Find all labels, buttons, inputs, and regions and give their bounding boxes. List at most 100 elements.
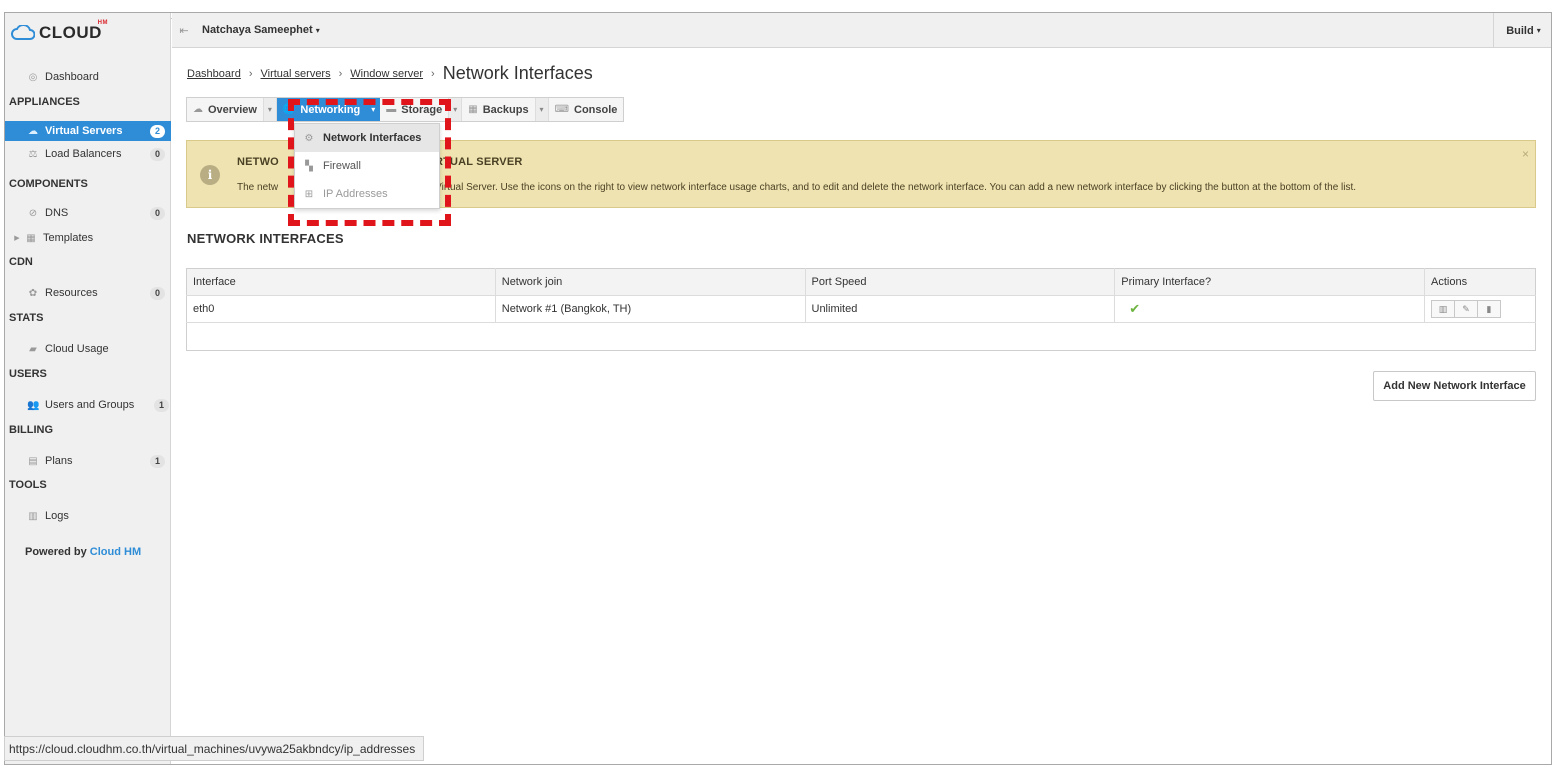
column-header-port-speed: Port Speed: [805, 268, 1116, 296]
sidebar: CLOUD HM ◎ Dashboard APPLIANCES ☁ Virtual…: [5, 13, 171, 764]
tab-storage[interactable]: ▬ Storage: [380, 98, 448, 121]
ip-icon: ⊞: [304, 188, 314, 200]
globe-icon: ⊘: [28, 207, 38, 219]
breadcrumb-separator: ›: [248, 67, 253, 80]
breadcrumb: Dashboard › Virtual servers › Window ser…: [187, 63, 593, 84]
sidebar-item-label: Logs: [45, 510, 69, 522]
status-bar-url: https://cloud.cloudhm.co.th/virtual_mach…: [4, 736, 425, 761]
sidebar-item-label: DNS: [45, 207, 69, 219]
section-appliances: APPLIANCES: [9, 96, 80, 108]
plans-icon: ▤: [28, 455, 38, 467]
tab-overview[interactable]: ☁ Overview: [187, 98, 263, 121]
cell-primary: ✔: [1114, 295, 1425, 323]
sidebar-item-logs[interactable]: ▥ Logs: [5, 505, 171, 527]
chevron-down-icon: ▾: [1536, 26, 1541, 35]
section-users: USERS: [9, 368, 47, 380]
menu-item-label: IP Addresses: [323, 188, 388, 200]
menu-item-firewall[interactable]: ▚ Firewall: [295, 152, 439, 180]
add-network-interface-button[interactable]: Add New Network Interface: [1373, 371, 1536, 401]
sidebar-item-cloud-usage[interactable]: ▰ Cloud Usage: [5, 338, 171, 360]
sidebar-item-dashboard[interactable]: ◎ Dashboard: [5, 66, 171, 88]
section-title: NETWORK INTERFACES: [187, 231, 344, 246]
chart-icon: ▰: [29, 343, 37, 355]
logs-icon: ▥: [28, 510, 38, 522]
sidebar-item-label: Virtual Servers: [45, 125, 123, 137]
sidebar-item-load-balancers[interactable]: ⚖ Load Balancers 0: [5, 143, 171, 165]
sidebar-item-label: Plans: [45, 455, 73, 467]
info-icon: i: [200, 165, 220, 185]
cloud-icon: ☁: [193, 104, 203, 115]
breadcrumb-dashboard[interactable]: Dashboard: [187, 68, 241, 80]
template-icon: ▦: [26, 232, 36, 244]
count-badge: 1: [150, 454, 165, 468]
menu-item-network-interfaces[interactable]: ⚙ Network Interfaces: [295, 124, 439, 152]
column-header-network-join: Network join: [495, 268, 806, 296]
count-badge: 0: [150, 286, 165, 300]
sidebar-item-label: Resources: [45, 287, 98, 299]
alert-title-part: RTUAL SERVER: [434, 156, 523, 168]
tab-backups[interactable]: ▦ Backups: [462, 98, 534, 121]
app-window: CLOUD HM ◎ Dashboard APPLIANCES ☁ Virtual…: [4, 12, 1552, 765]
delete-icon[interactable]: ▮: [1477, 300, 1501, 318]
tab-networking[interactable]: 🌐 Networking: [276, 98, 367, 121]
user-menu[interactable]: Natchaya Sameephet ▾: [202, 24, 320, 36]
powered-by-text: Powered by: [25, 546, 90, 558]
cell-actions: ▥ ✎ ▮: [1425, 296, 1536, 323]
table-header-row: Interface Network join Port Speed Primar…: [186, 268, 1536, 296]
edit-icon[interactable]: ✎: [1454, 300, 1478, 318]
network-icon: ⚙: [304, 132, 314, 144]
count-badge: 0: [150, 206, 165, 220]
sidebar-item-label: Users and Groups: [45, 399, 135, 411]
column-header-interface: Interface: [186, 268, 496, 296]
cloud-icon: ☁: [28, 125, 38, 137]
sidebar-item-plans[interactable]: ▤ Plans 1: [5, 450, 171, 472]
count-badge: 0: [150, 147, 165, 161]
tab-label: Console: [574, 103, 618, 116]
menu-item-ip-addresses[interactable]: ⊞ IP Addresses: [295, 180, 439, 208]
sidebar-item-templates[interactable]: ▶ ▦ Templates: [5, 227, 171, 249]
build-label: Build: [1506, 24, 1534, 37]
storage-icon: ▬: [386, 104, 397, 115]
column-header-actions: Actions: [1424, 268, 1536, 296]
menu-item-label: Network Interfaces: [323, 132, 422, 144]
sidebar-item-label: Dashboard: [45, 71, 99, 83]
breadcrumb-separator: ›: [431, 67, 435, 80]
tab-storage-caret[interactable]: ▾: [448, 98, 463, 121]
tab-label: Backups: [482, 103, 529, 116]
balance-icon: ⚖: [28, 148, 38, 160]
alert-text-part: The netw: [237, 182, 279, 193]
tab-backups-caret[interactable]: ▾: [534, 98, 549, 121]
section-tools: TOOLS: [9, 479, 47, 491]
table-footer-row: [186, 322, 1536, 351]
count-badge: 2: [150, 124, 165, 138]
logo[interactable]: CLOUD HM: [5, 13, 170, 53]
sidebar-item-dns[interactable]: ⊘ DNS 0: [5, 202, 171, 224]
tab-overview-caret[interactable]: ▾: [262, 98, 277, 121]
sidebar-item-virtual-servers[interactable]: ☁ Virtual Servers 2: [5, 121, 171, 141]
close-icon[interactable]: ×: [1522, 147, 1529, 161]
table-footer-cell: [186, 322, 1536, 351]
powered-by: Powered by Cloud HM: [25, 546, 141, 558]
breadcrumb-virtual-servers[interactable]: Virtual servers: [261, 68, 331, 80]
collapse-sidebar-icon[interactable]: ⇤: [174, 24, 194, 37]
tab-label: Overview: [208, 103, 257, 116]
build-menu[interactable]: Build ▾: [1493, 13, 1551, 48]
cell-network-join: Network #1 (Bangkok, TH): [495, 295, 806, 323]
column-header-primary: Primary Interface?: [1114, 268, 1425, 296]
sidebar-item-resources[interactable]: ✿ Resources 0: [5, 282, 171, 304]
expand-arrow-icon: ▶: [14, 235, 20, 242]
row-actions: ▥ ✎ ▮: [1431, 300, 1535, 318]
powered-by-brand-link[interactable]: Cloud HM: [90, 546, 141, 558]
page-title: Network Interfaces: [442, 63, 593, 83]
sidebar-item-users-groups[interactable]: 👥 Users and Groups 1: [5, 394, 171, 416]
network-interfaces-table: Interface Network join Port Speed Primar…: [186, 268, 1536, 351]
tab-console[interactable]: ⌨ Console: [549, 98, 624, 121]
breadcrumb-window-server[interactable]: Window server: [350, 68, 423, 80]
server-tabs: ☁ Overview ▾ 🌐 Networking ▾ ▬ Storage ▾ …: [186, 97, 625, 122]
tab-networking-caret[interactable]: ▾: [366, 98, 381, 121]
user-name: Natchaya Sameephet: [202, 24, 313, 36]
section-billing: BILLING: [9, 424, 53, 436]
usage-chart-icon[interactable]: ▥: [1431, 300, 1455, 318]
backups-icon: ▦: [468, 104, 478, 115]
section-cdn: CDN: [9, 256, 33, 268]
